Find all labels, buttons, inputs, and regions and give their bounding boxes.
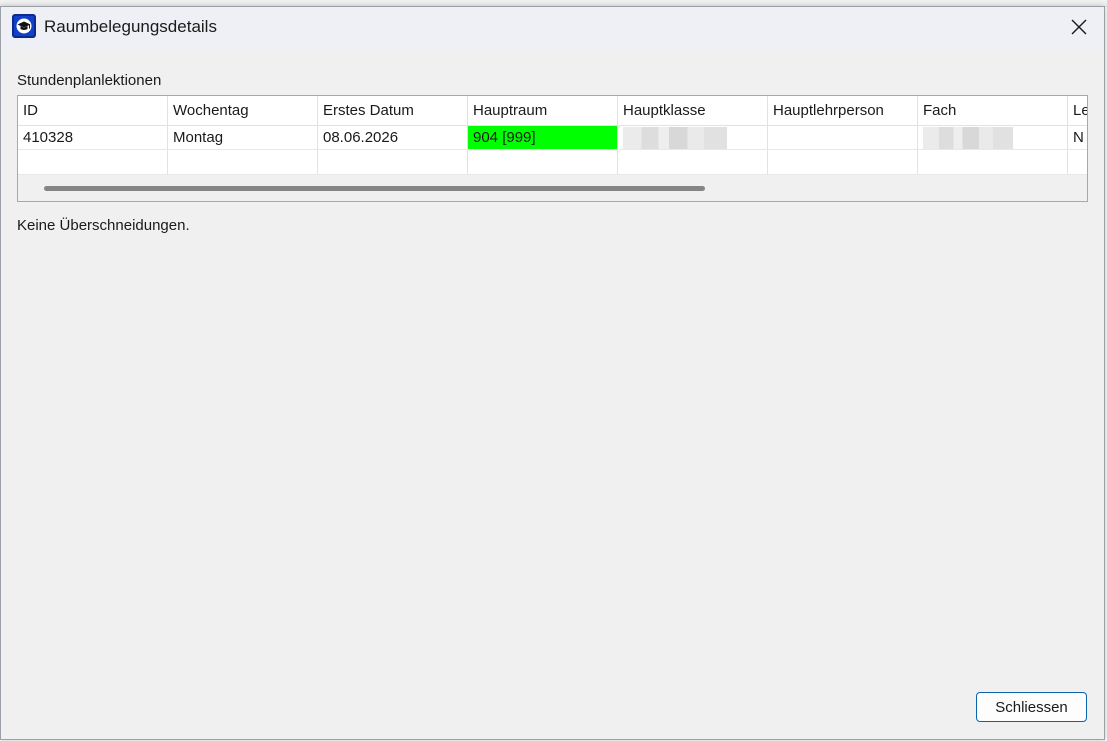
column-header-hauptklasse[interactable]: Hauptklasse [618,96,768,126]
redacted-blur [623,126,727,149]
redacted-blur [923,126,1013,149]
lessons-grid: ID Wochentag Erstes Datum Hauptraum Haup… [17,95,1088,202]
cell-hauptlehrperson[interactable] [768,126,918,150]
empty-cell [468,150,618,175]
cell-hauptklasse[interactable] [618,126,768,150]
column-header-hauptraum[interactable]: Hauptraum [468,96,618,126]
table-row[interactable]: 410328 Montag 08.06.2026 904 [999] N [18,126,1087,150]
column-header-le[interactable]: Le [1068,96,1087,126]
scrollbar-thumb[interactable] [44,186,705,191]
column-header-wochentag[interactable]: Wochentag [168,96,318,126]
cell-id[interactable]: 410328 [18,126,168,150]
section-label: Stundenplanlektionen [17,72,162,89]
dialog-window: Raumbelegungsdetails Stundenplanlektione… [0,6,1105,740]
empty-cell [618,150,768,175]
close-button[interactable]: Schliessen [976,692,1087,722]
title-bar: Raumbelegungsdetails [1,7,1104,50]
table-row-empty [18,150,1087,175]
empty-cell [18,150,168,175]
empty-cell [918,150,1068,175]
column-header-hauptlehrperson[interactable]: Hauptlehrperson [768,96,918,126]
empty-cell [168,150,318,175]
column-header-id[interactable]: ID [18,96,168,126]
horizontal-scrollbar[interactable] [18,175,1087,201]
status-text: Keine Überschneidungen. [17,217,190,234]
empty-cell [1068,150,1087,175]
cell-wochentag[interactable]: Montag [168,126,318,150]
close-icon[interactable] [1054,7,1104,47]
window-title: Raumbelegungsdetails [44,17,217,36]
cell-erstes-datum[interactable]: 08.06.2026 [318,126,468,150]
column-header-erstes-datum[interactable]: Erstes Datum [318,96,468,126]
graduation-cap-icon [12,14,36,38]
empty-cell [318,150,468,175]
column-header-fach[interactable]: Fach [918,96,1068,126]
cell-fach[interactable] [918,126,1068,150]
cell-hauptraum[interactable]: 904 [999] [468,126,618,150]
cell-le[interactable]: N [1068,126,1087,150]
empty-cell [768,150,918,175]
grid-header-row: ID Wochentag Erstes Datum Hauptraum Haup… [18,96,1087,126]
